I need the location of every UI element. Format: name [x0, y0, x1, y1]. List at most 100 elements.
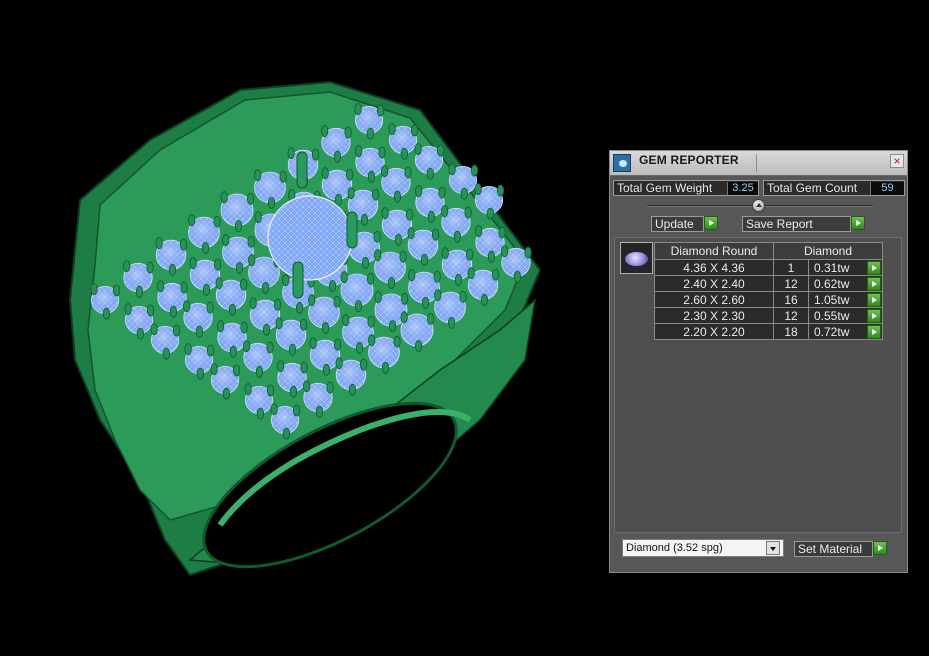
prong	[235, 261, 244, 274]
prong	[222, 234, 230, 247]
prong	[366, 127, 374, 140]
prong	[321, 321, 330, 334]
row-go-icon[interactable]	[867, 261, 881, 275]
prong	[300, 361, 308, 374]
prong	[277, 360, 285, 373]
update-button[interactable]: Update	[651, 216, 704, 232]
prong	[487, 250, 496, 263]
prong	[201, 241, 210, 254]
prong	[179, 238, 188, 251]
row-go-icon[interactable]	[867, 325, 881, 339]
prong	[361, 256, 370, 269]
panel-titlebar[interactable]: GEM REPORTER ×	[610, 151, 907, 176]
prong	[427, 210, 436, 223]
prong	[124, 303, 132, 316]
prong	[421, 296, 430, 309]
prong	[90, 283, 98, 296]
prong	[228, 303, 237, 316]
prong	[135, 285, 144, 298]
prong	[359, 358, 368, 371]
set-material-button[interactable]: Set Material	[794, 541, 873, 557]
prong	[342, 314, 350, 327]
prong	[333, 338, 342, 351]
prong	[322, 363, 331, 376]
prong	[347, 187, 355, 200]
prong	[222, 387, 230, 400]
prong	[112, 284, 121, 297]
save-report-go-icon[interactable]	[851, 216, 865, 230]
gem-weight: 0.55tw	[814, 308, 850, 323]
row-go-icon[interactable]	[867, 293, 881, 307]
close-icon[interactable]: ×	[890, 154, 904, 168]
prong	[308, 294, 316, 307]
prong	[335, 357, 343, 370]
prong	[460, 187, 468, 200]
prong	[436, 144, 445, 157]
prong	[213, 215, 221, 228]
gem-weight-cell: 0.62tw	[808, 275, 883, 292]
prong	[188, 214, 196, 227]
prong	[366, 272, 375, 285]
prong	[459, 290, 467, 303]
material-select[interactable]: Diamond (3.52 spg)	[622, 539, 784, 557]
prong	[434, 289, 442, 302]
gem-weight: 0.62tw	[814, 276, 850, 291]
prong	[146, 304, 155, 317]
gem-table: Diamond Round Diamond 4.36 X 4.36 1 0.31…	[654, 242, 883, 340]
panel-title: GEM REPORTER	[639, 153, 739, 167]
save-report-button[interactable]: Save Report	[742, 216, 851, 232]
table-row: 2.60 X 2.60 16 1.05tw	[654, 291, 883, 308]
prong	[244, 383, 252, 396]
prong	[232, 364, 241, 377]
prong	[501, 245, 509, 258]
prong	[217, 320, 225, 333]
diamond-gem-icon[interactable]	[620, 242, 653, 274]
panel-resize-handle[interactable]	[752, 199, 765, 212]
prong	[393, 335, 401, 348]
prong	[381, 165, 389, 178]
prong	[465, 248, 474, 261]
total-gem-count-label: Total Gem Count	[767, 181, 858, 195]
prong	[376, 104, 385, 117]
prong	[480, 293, 489, 306]
chevron-down-icon[interactable]	[766, 541, 780, 555]
prong	[334, 193, 343, 206]
column-header-shape: Diamond Round	[654, 242, 774, 260]
prong	[474, 183, 482, 196]
prong	[184, 343, 192, 356]
prong	[321, 125, 329, 138]
gem-reporter-icon	[613, 154, 631, 172]
prong	[355, 341, 364, 354]
prong	[415, 185, 423, 198]
update-go-icon[interactable]	[704, 216, 718, 230]
prong	[295, 301, 304, 314]
gem-count: 12	[773, 275, 809, 292]
prong	[282, 274, 290, 287]
prong	[213, 258, 222, 271]
gem-size: 2.30 X 2.30	[654, 307, 774, 324]
center-prong	[346, 211, 358, 249]
gem-weight-cell: 1.05tw	[808, 291, 883, 308]
prong	[249, 297, 257, 310]
prong	[102, 307, 110, 320]
prong	[381, 361, 390, 374]
prong	[400, 147, 408, 160]
prong	[447, 316, 456, 329]
prong	[486, 207, 494, 220]
set-material-go-icon[interactable]	[873, 541, 887, 555]
prong	[513, 270, 522, 283]
prong	[288, 343, 297, 356]
prong	[266, 384, 275, 397]
row-go-icon[interactable]	[867, 277, 881, 291]
prong	[183, 300, 191, 313]
prong	[498, 226, 506, 239]
row-go-icon[interactable]	[867, 309, 881, 323]
prong	[426, 312, 435, 325]
prong	[399, 250, 407, 263]
prong	[235, 220, 243, 232]
prong	[464, 206, 472, 219]
prong	[524, 246, 532, 259]
prong	[196, 367, 204, 380]
prong	[438, 186, 446, 199]
gem-weight: 1.05tw	[814, 292, 850, 307]
